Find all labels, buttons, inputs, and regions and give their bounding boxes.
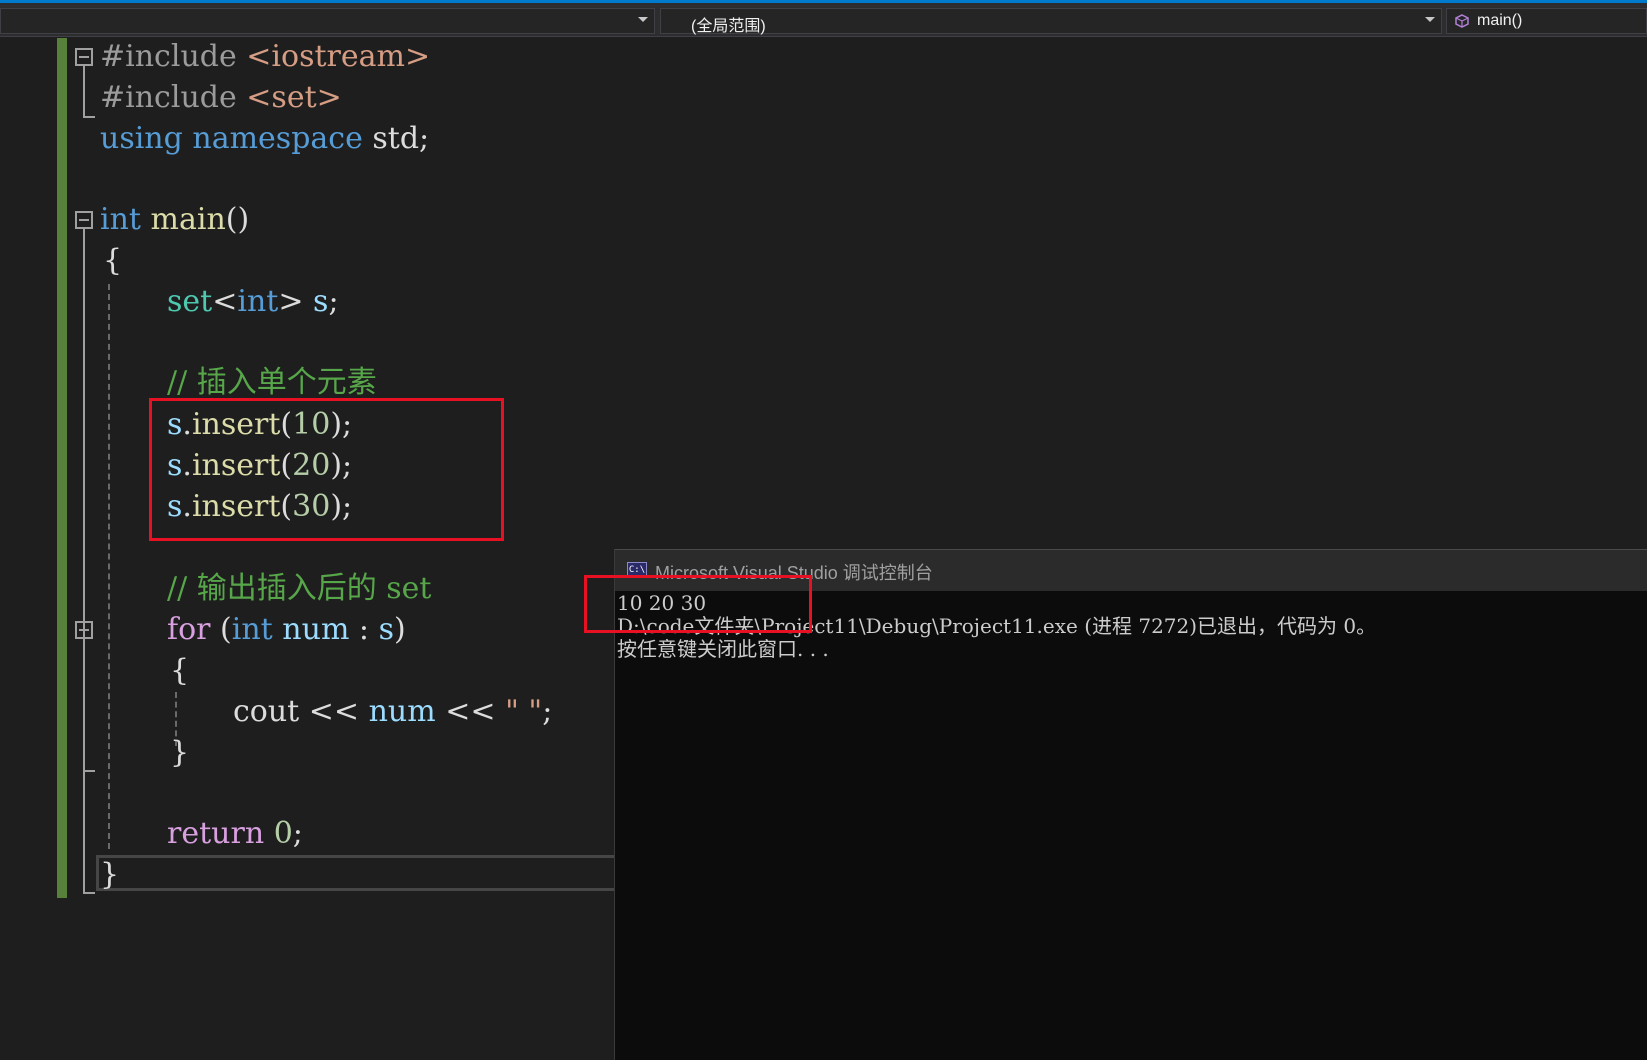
string-token: " " (505, 694, 543, 729)
operator-token: > (278, 284, 304, 319)
code-line-5: int main() (100, 200, 249, 240)
brace-token: } (100, 857, 120, 892)
brace-token: { (170, 653, 190, 688)
member-label: main() (1477, 12, 1523, 29)
code-line-1: #include <iostream> (100, 37, 430, 77)
control-keyword-token: return (167, 816, 265, 851)
code-line-16: { (170, 651, 189, 691)
keyword-token: int (231, 612, 273, 647)
semicolon-token: ; (328, 284, 339, 319)
paren-token: ) (393, 612, 406, 647)
preprocessor-token: #include (100, 39, 237, 74)
keyword-token: int (100, 202, 141, 237)
navigation-bar: (全局范围) main() (0, 3, 1647, 37)
collapse-icon[interactable] (75, 48, 93, 66)
code-line-18: } (170, 733, 189, 773)
brace-token: } (170, 735, 190, 770)
code-line-21: } (100, 855, 119, 895)
control-keyword-token: for (167, 612, 211, 647)
outline-guide (83, 770, 95, 772)
variable-token: s (313, 284, 329, 319)
paren-token: ( (210, 612, 232, 647)
operator-token: : (349, 612, 379, 647)
outline-guide (83, 229, 85, 893)
code-line-20: return 0; (167, 814, 303, 854)
preprocessor-token: #include (100, 80, 237, 115)
header-token: <iostream> (246, 39, 431, 74)
code-line-2: #include <set> (100, 78, 342, 118)
operator-token: < (212, 284, 238, 319)
type-token: set (167, 284, 213, 319)
insert-highlight-box (149, 398, 504, 541)
scope-dropdown[interactable]: (全局范围) (660, 8, 1442, 35)
identifier-token: cout (233, 694, 300, 729)
indent-guide (108, 284, 110, 849)
chevron-down-icon (638, 17, 648, 22)
change-tracking-bar (57, 38, 67, 898)
collapse-icon[interactable] (75, 211, 93, 229)
method-cube-icon (1455, 14, 1469, 28)
scope-label: (全局范围) (691, 18, 766, 35)
variable-token: num (282, 612, 350, 647)
keyword-token: using (100, 121, 183, 156)
variable-token: num (368, 694, 436, 729)
function-token: main (150, 202, 226, 237)
current-line-highlight (96, 855, 616, 891)
identifier-token: std; (372, 121, 430, 156)
member-dropdown[interactable]: main() (1446, 8, 1647, 34)
outline-guide (83, 892, 95, 894)
keyword-token: namespace (192, 121, 363, 156)
outline-guide (83, 66, 85, 116)
operator-token: << (435, 694, 506, 729)
outline-guide (83, 116, 95, 118)
code-line-6: { (103, 241, 122, 281)
number-token: 0 (273, 816, 293, 851)
brace-token: { (103, 243, 123, 278)
keyword-token: int (237, 284, 279, 319)
header-token: <set> (246, 80, 342, 115)
semicolon-token: ; (292, 816, 303, 851)
code-line-9-comment: // 插入单个元素 (167, 365, 377, 400)
code-line-17: cout << num << " "; (233, 692, 552, 732)
console-prompt-line: 按任意键关闭此窗口. . . (617, 637, 829, 661)
code-line-14-comment: // 输出插入后的 set (167, 571, 432, 606)
code-line-7: set<int> s; (167, 282, 339, 322)
operator-token: << (299, 694, 369, 729)
collapse-icon[interactable] (75, 621, 93, 639)
project-dropdown[interactable] (0, 8, 655, 34)
output-highlight-box (584, 575, 812, 633)
code-line-15: for (int num : s) (167, 610, 406, 650)
semicolon-token: ; (542, 694, 553, 729)
chevron-down-icon (1425, 17, 1435, 22)
code-line-3: using namespace std; (100, 119, 429, 159)
variable-token: s (378, 612, 394, 647)
paren-token: () (225, 202, 250, 237)
